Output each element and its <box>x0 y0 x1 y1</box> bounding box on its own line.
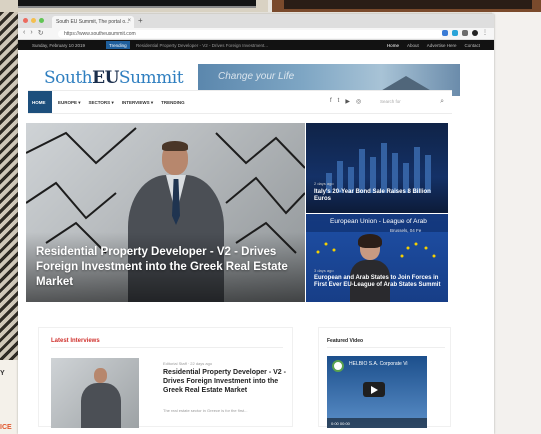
side-story-meta: 2 days ago <box>314 181 334 186</box>
maximize-window-icon[interactable] <box>39 18 44 23</box>
url-text: https://www.southeusummit.com <box>64 31 136 37</box>
summit-banner-text: European Union - League of Arab <box>330 218 427 225</box>
top-link-about[interactable]: About <box>407 43 419 48</box>
logo-part-south: South <box>44 68 93 88</box>
background-pattern <box>0 12 18 362</box>
logo-part-summit: Summit <box>118 68 184 88</box>
background-right <box>492 12 541 434</box>
site-date: Sunday, February 10 2019 <box>32 43 85 48</box>
top-link-home[interactable]: Home <box>387 43 399 48</box>
side-story-person-image <box>350 234 390 302</box>
minimize-window-icon[interactable] <box>31 18 36 23</box>
trending-badge: Trending <box>106 41 130 49</box>
channel-logo-icon <box>332 360 344 372</box>
nav-item-europe[interactable]: EUROPE ▾ <box>58 100 81 106</box>
hero-title[interactable]: Residential Property Developer - V2 - Dr… <box>36 245 298 290</box>
new-tab-icon[interactable]: + <box>138 16 143 25</box>
social-links: f t ▶ ◎ <box>330 98 361 105</box>
top-link-contact[interactable]: Contact <box>464 43 480 48</box>
article-thumbnail[interactable] <box>51 358 139 428</box>
video-title: HELBIO S.A. Corporate Vi <box>349 361 408 367</box>
facebook-icon[interactable]: f <box>330 98 332 105</box>
nav-home[interactable]: HOME <box>28 91 52 113</box>
video-time: 0:00 00:00 <box>331 421 350 426</box>
top-links: Home About Advertise Here Contact <box>387 43 480 48</box>
paper-text: Y <box>0 370 5 377</box>
side-story-summit[interactable]: European Union - League of Arab Brussels… <box>306 214 448 302</box>
search-input[interactable]: Search for <box>380 99 401 104</box>
reload-icon[interactable]: ↻ <box>38 29 44 37</box>
divider <box>51 347 283 348</box>
close-tab-icon[interactable]: × <box>127 18 131 24</box>
tab-bar: South EU Summit, The portal o... × + <box>18 14 494 28</box>
latest-interviews-section: Latest Interviews Editorial Staff · 22 d… <box>38 327 293 428</box>
side-story-image <box>326 143 431 193</box>
search-box[interactable]: Search for ⌕ <box>380 98 444 107</box>
side-story-meta: 3 days ago <box>314 268 334 273</box>
site-logo[interactable]: SouthEUSummit <box>44 68 184 88</box>
extension-icon[interactable] <box>452 30 458 36</box>
divider <box>327 347 445 348</box>
nav-item-interviews[interactable]: INTERVIEWS ▾ <box>122 100 153 106</box>
twitter-icon[interactable]: t <box>338 98 340 105</box>
extension-icons: ⋮ <box>442 30 488 36</box>
top-link-advertise[interactable]: Advertise Here <box>427 43 457 48</box>
instagram-icon[interactable]: ◎ <box>356 98 361 105</box>
youtube-icon[interactable]: ▶ <box>345 98 350 105</box>
side-story-title[interactable]: European and Arab States to Join Forces … <box>314 275 446 289</box>
browser-tab[interactable]: South EU Summit, The portal o... × <box>52 16 134 28</box>
profile-icon[interactable] <box>472 30 478 36</box>
menu-icon[interactable]: ⋮ <box>482 30 488 36</box>
window-controls <box>23 18 44 23</box>
play-button[interactable] <box>363 382 385 397</box>
section-title: Featured Video <box>327 338 364 344</box>
extension-icon[interactable] <box>462 30 468 36</box>
article-excerpt: The real estate sector in Greece is for … <box>163 408 248 413</box>
background-paper: Y ICE <box>0 360 18 434</box>
forward-icon[interactable]: › <box>30 29 32 37</box>
video-player[interactable]: HELBIO S.A. Corporate Vi 0:00 00:00 <box>327 356 427 428</box>
logo-part-eu: EU <box>92 68 119 88</box>
main-nav: HOME EUROPE ▾ SECTORS ▾ INTERVIEWS ▾ TRE… <box>28 90 452 114</box>
summit-banner-subtext: Brussels, 04 Fe <box>390 228 422 233</box>
side-story-title[interactable]: Italy's 20-Year Bond Sale Raises 8 Billi… <box>314 189 446 203</box>
background-monitor-left <box>0 0 268 12</box>
close-window-icon[interactable] <box>23 18 28 23</box>
site-top-bar: Sunday, February 10 2019 Trending Reside… <box>18 40 494 50</box>
extension-icon[interactable] <box>442 30 448 36</box>
search-icon[interactable]: ⌕ <box>440 98 444 106</box>
news-ticker[interactable]: Residential Property Developer - V2 - Dr… <box>136 43 336 48</box>
nav-item-trending[interactable]: TRENDING <box>161 100 185 106</box>
url-field[interactable]: https://www.southeusummit.com <box>58 30 443 38</box>
banner-text: Change your Life <box>218 71 295 82</box>
section-title: Latest Interviews <box>51 338 100 344</box>
nav-item-sectors[interactable]: SECTORS ▾ <box>89 100 114 106</box>
paper-text-orange: ICE <box>0 424 12 431</box>
side-story-bond[interactable]: 2 days ago Italy's 20-Year Bond Sale Rai… <box>306 123 448 213</box>
tab-title: South EU Summit, The portal o... <box>56 19 130 25</box>
article-title[interactable]: Residential Property Developer - V2 - Dr… <box>163 368 287 395</box>
back-icon[interactable]: ‹ <box>23 29 25 37</box>
article-meta: Editorial Staff · 22 days ago <box>163 361 213 366</box>
address-bar: ‹ › ↻ https://www.southeusummit.com ⋮ <box>18 28 494 40</box>
background-monitor-right <box>272 0 541 12</box>
hero-story[interactable]: Residential Property Developer - V2 - Dr… <box>26 123 305 302</box>
featured-video-section: Featured Video HELBIO S.A. Corporate Vi … <box>318 327 451 428</box>
video-controls[interactable]: 0:00 00:00 <box>327 418 427 428</box>
